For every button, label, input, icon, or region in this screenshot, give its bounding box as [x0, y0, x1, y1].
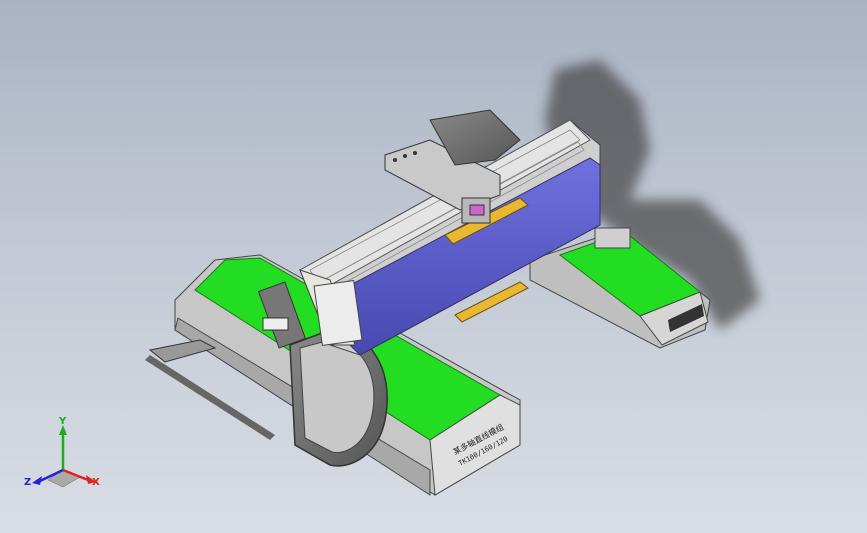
x-axis-label: X: [92, 477, 100, 488]
gantry-model[interactable]: 某多轴直线模组 TK100/160/120: [0, 0, 867, 533]
coordinate-triad: Y X Z: [24, 416, 100, 488]
y-axis-label: Y: [58, 416, 67, 427]
z-axis-arrow: [32, 476, 42, 485]
cad-viewport[interactable]: 某多轴直线模组 TK100/160/120 Y X Z: [0, 0, 867, 533]
z-axis-label: Z: [24, 477, 31, 488]
